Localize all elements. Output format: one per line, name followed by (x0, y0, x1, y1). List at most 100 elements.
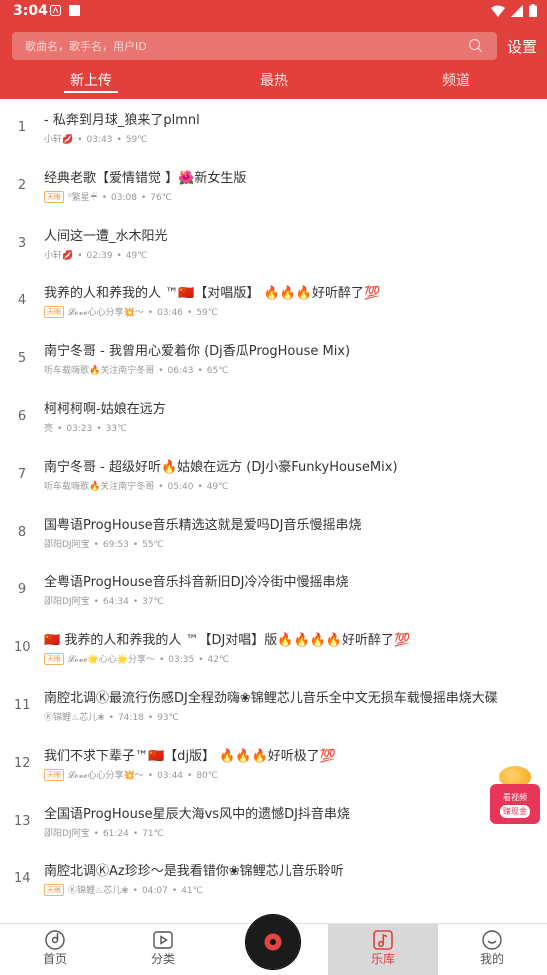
meta-separator: • (147, 712, 154, 723)
song-title[interactable]: 南腔北调ⓀAz珍珍〜是我看错你❀锦鲤芯儿音乐聆听 (44, 860, 544, 879)
song-index: 4 (17, 293, 27, 309)
song-title[interactable]: 南腔北调Ⓚ最流行伤感DJ全程劲嗨❀锦鲤芯儿音乐全中文无损车载慢摇串烧大碟 (44, 687, 544, 706)
song-uploader: 听车载嗨歌🔥关注南宁冬哥 (44, 366, 155, 377)
search-input[interactable]: 歌曲名，歌手名，用户ID (25, 38, 147, 54)
song-row[interactable]: 9 全粤语ProgHouse音乐抖音新旧DJ冷冷街中慢摇串烧 邵阳DJ阿宝 • 64:3… (0, 561, 547, 619)
meta-separator: • (93, 828, 99, 839)
song-title[interactable]: 我们不求下辈子™🇨🇳【dj版】 🔥🔥🔥好听极了💯 (44, 745, 544, 764)
song-duration: 69:53 (102, 539, 129, 550)
song-duration: 03:46 (157, 308, 184, 319)
song-uploader: Ⓚ锦鲤♨芯儿❀ (68, 886, 129, 897)
meta-separator: • (93, 597, 99, 608)
search-icon[interactable] (468, 38, 483, 53)
meta-separator: • (147, 770, 154, 781)
song-meta: 听车载嗨歌🔥关注南宁冬哥 • 05:40 • 49℃ (44, 479, 228, 492)
meta-separator: • (132, 597, 139, 608)
notification-square-icon (69, 5, 80, 16)
watch-video-earn-cash-promo[interactable]: 看视频 赚现金 (490, 766, 540, 826)
song-index: 11 (14, 697, 31, 713)
song-title[interactable]: 国粤语ProgHouse音乐精选这就是爱吗DJ音乐慢摇串烧 (44, 514, 544, 533)
tab-channel[interactable]: 频道 (442, 70, 470, 90)
song-title[interactable]: - 私奔到月球_狼来了plmnl (44, 109, 544, 128)
tab-hottest[interactable]: 最热 (260, 70, 288, 90)
song-index: 3 (17, 235, 27, 251)
nav-home-label: 首页 (42, 952, 67, 966)
nav-category[interactable]: 分类 (108, 924, 218, 975)
song-duration: 74:18 (117, 712, 144, 723)
song-temperature: 59℃ (125, 135, 148, 145)
song-uploader: 邵阳DJ阿宝 (44, 539, 90, 550)
song-title[interactable]: 经典老歌【爱情错觉 】🌺新女生版 (44, 167, 544, 186)
profile-smile-icon (482, 930, 502, 950)
song-title[interactable]: 🇨🇳 我养的人和养我的人 ™【DJ对唱】版🔥🔥🔥🔥好听醉了💯 (44, 629, 544, 648)
song-index: 13 (14, 813, 31, 829)
song-uploader: 小轩💋 (44, 135, 74, 145)
nav-library-label: 乐库 (370, 952, 395, 966)
video-play-icon (153, 931, 173, 949)
song-temperature: 49℃ (206, 481, 229, 492)
song-title[interactable]: 我养的人和养我的人 ™🇨🇳【对唱版】 🔥🔥🔥好听醉了💯 (44, 282, 544, 301)
meta-separator: • (132, 539, 139, 550)
song-row[interactable]: 7 南宁冬哥 - 超级好听🔥姑娘在远方 (DJ小豪FunkyHouseMix) 听车… (0, 446, 547, 504)
song-index: 8 (17, 524, 27, 540)
tab-new-upload[interactable]: 新上传 (70, 70, 112, 90)
meta-separator: • (116, 250, 122, 261)
search-bar[interactable]: 歌曲名，歌手名，用户ID (12, 32, 497, 60)
song-duration: 03:23 (66, 423, 93, 434)
song-temperature: 49℃ (125, 250, 148, 261)
song-title[interactable]: 南宁冬哥 - 我曾用心爱着你 (Dj香瓜ProgHouse Mix) (44, 340, 544, 359)
song-row[interactable]: 2 经典老歌【爱情错觉 】🌺新女生版 天眼 ⁰繁星☔ • 03:08 • 76℃ (0, 157, 547, 215)
song-temperature: 65℃ (206, 366, 229, 377)
song-row[interactable]: 13 全国语ProgHouse星辰大海vs风中的遗憾DJ抖音串烧 邵阳DJ阿宝 • 61… (0, 793, 547, 851)
meta-separator: • (96, 423, 102, 434)
wifi-icon (491, 5, 505, 17)
song-index: 10 (14, 640, 31, 656)
meta-separator: • (77, 250, 83, 261)
song-row[interactable]: 3 人间这一遭_水木阳光 小轩💋 • 02:39 • 49℃ (0, 215, 547, 273)
meta-separator: • (132, 886, 138, 897)
song-row[interactable]: 10 🇨🇳 我养的人和养我的人 ™【DJ对唱】版🔥🔥🔥🔥好听醉了💯 天眼 𝓛𝓸𝓿𝓮🌟心… (0, 619, 547, 677)
nav-home[interactable]: 首页 (0, 924, 110, 975)
nav-category-label: 分类 (150, 952, 175, 966)
meta-separator: • (77, 135, 83, 145)
meta-separator: • (132, 828, 139, 839)
song-index: 7 (17, 466, 27, 482)
song-row[interactable]: 4 我养的人和养我的人 ™🇨🇳【对唱版】 🔥🔥🔥好听醉了💯 天眼 𝓛𝓸𝓿𝓮心心分享💥〜… (0, 272, 547, 330)
song-title[interactable]: 人间这一遭_水木阳光 (44, 225, 544, 244)
song-list[interactable]: 1- 私奔到月球_狼来了plmnl 小轩💋 • 03:43 • 59℃ 2 经典老歌【爱情错觉… (0, 99, 547, 908)
song-meta: 天眼 ⁰繁星☔ • 03:08 • 76℃ (44, 190, 172, 203)
song-title[interactable]: 全粤语ProgHouse音乐抖音新旧DJ冷冷街中慢摇串烧 (44, 571, 544, 590)
promo-badge[interactable]: 看视频 赚现金 (490, 784, 540, 824)
song-uploader: 𝓛𝓸𝓿𝓮心心分享💥〜 (68, 770, 144, 781)
song-meta: 天眼 𝓛𝓸𝓿𝓮心心分享💥〜 • 03:46 • 59℃ (44, 305, 218, 319)
song-row[interactable]: 1 - 私奔到月球_狼来了plmnl 小轩💋 • 03:43 • 59℃ (0, 99, 547, 157)
uploader-badge: 天眼 (44, 768, 64, 781)
nav-mine[interactable]: 我的 (437, 924, 547, 975)
song-row[interactable]: 5 南宁冬哥 - 我曾用心爱着你 (Dj香瓜ProgHouse Mix) 听车载嗨歌… (0, 330, 547, 388)
nav-library[interactable]: 乐库 (328, 924, 438, 975)
song-row[interactable]: 12 我们不求下辈子™🇨🇳【dj版】 🔥🔥🔥好听极了💯 天眼 𝓛𝓸𝓿𝓮心心分享💥〜 • 0… (0, 735, 547, 793)
song-title[interactable]: 南宁冬哥 - 超级好听🔥姑娘在远方 (DJ小豪FunkyHouseMix) (44, 456, 544, 475)
song-duration: 03:08 (111, 192, 137, 203)
notification-a-icon (50, 5, 61, 16)
tab-bar: 新上传 最热 频道 (0, 66, 547, 99)
now-playing-disc-button[interactable] (246, 915, 300, 969)
meta-separator: • (171, 886, 178, 897)
home-disc-icon (45, 930, 65, 950)
song-row[interactable]: 11 南腔北调Ⓚ最流行伤感DJ全程劲嗨❀锦鲤芯儿音乐全中文无损车载慢摇串烧大碟 Ⓚ锦… (0, 677, 547, 735)
settings-button[interactable]: 设置 (507, 36, 537, 57)
song-index: 1 (17, 120, 27, 135)
song-uploader: 𝓛𝓸𝓿𝓮🌟心心🌟分享〜 (68, 655, 155, 666)
song-temperature: 33℃ (105, 423, 128, 434)
song-title[interactable]: 柯柯柯啊-姑娘在远方 (44, 398, 544, 417)
song-title[interactable]: 全国语ProgHouse星辰大海vs风中的遗憾DJ抖音串烧 (44, 803, 544, 822)
meta-separator: • (116, 135, 122, 145)
song-row[interactable]: 8 国粤语ProgHouse音乐精选这就是爱吗DJ音乐慢摇串烧邵阳DJ阿宝 • 69:… (0, 504, 547, 562)
song-row[interactable]: 6 柯柯柯啊-姑娘在远方亮 • 03:23 • 33℃ (0, 388, 547, 446)
song-meta: 小轩💋 • 03:43 • 59℃ (44, 132, 147, 145)
promo-line2[interactable]: 赚现金 (500, 805, 530, 818)
song-temperature: 41℃ (181, 886, 203, 897)
song-row[interactable]: 14 南腔北调ⓀAz珍珍〜是我看错你❀锦鲤芯儿音乐聆听 天眼 Ⓚ锦鲤♨芯儿❀ • 04:0… (0, 850, 547, 908)
nav-mine-label: 我的 (479, 952, 504, 966)
signal-icon (511, 4, 523, 17)
